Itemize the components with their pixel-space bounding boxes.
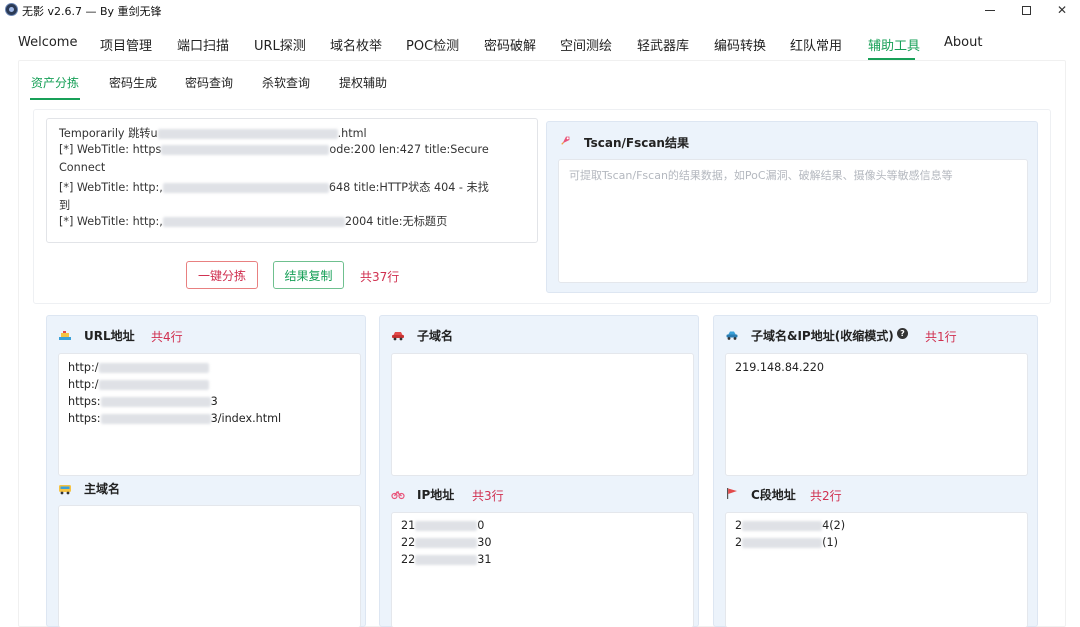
main-tab-bar: Welcome 项目管理 端口扫描 URL探测 域名枚举 POC检测 密码破解 … <box>0 28 1080 60</box>
sub-tab-indicator <box>30 98 80 100</box>
url-entry: http:/ <box>68 361 209 374</box>
ip-entry: 21 0 <box>401 519 485 532</box>
url-textarea[interactable]: http:/ http:/ https: 3 https: 3/index.html <box>58 353 361 476</box>
subdomain-title: 子域名 <box>417 329 454 343</box>
redacted-text <box>98 363 209 373</box>
subtab-password-gen[interactable]: 密码生成 <box>109 74 157 91</box>
redacted-text <box>415 521 478 531</box>
subtab-asset-sort[interactable]: 资产分拣 <box>31 74 79 91</box>
tab-red-team[interactable]: 红队常用 <box>790 35 842 54</box>
ip-textarea[interactable]: 21 0 22 30 22 31 <box>391 512 694 627</box>
tab-port-scan[interactable]: 端口扫描 <box>177 35 229 54</box>
tab-url-probe[interactable]: URL探测 <box>254 35 306 54</box>
redacted-text <box>157 129 338 139</box>
subtab-password-query[interactable]: 密码查询 <box>185 74 233 91</box>
log-line: [*] WebTitle: https ode:200 len:427 title… <box>59 143 489 156</box>
redacted-text <box>742 521 823 531</box>
line-count-badge: 共37行 <box>360 270 400 284</box>
log-line: 到 <box>59 199 71 212</box>
subdomain-ip-title: 子域名&IP地址(收缩模式) <box>751 329 894 343</box>
app-logo-icon <box>5 3 18 16</box>
url-entry: https: 3/index.html <box>68 412 282 425</box>
subdomain-textarea[interactable] <box>391 353 694 476</box>
log-line: Connect <box>59 161 106 174</box>
c-segment-entry: 2 (1) <box>735 536 838 549</box>
subdomain-ip-c-panel: 子域名&IP地址(收缩模式) ? 共1行 219.148.84.220 C段地址… <box>713 315 1038 627</box>
ip-count-badge: 共3行 <box>472 489 504 503</box>
ip-entry: 22 30 <box>401 536 492 549</box>
ship-icon <box>59 331 71 340</box>
redacted-text <box>742 538 823 548</box>
tab-project-management[interactable]: 项目管理 <box>100 35 152 54</box>
log-line: Temporarily 跳转u .html <box>59 127 367 140</box>
help-icon[interactable]: ? <box>897 328 908 339</box>
url-entry: http:/ <box>68 378 209 391</box>
log-line: [*] WebTitle: http:, 2004 title:无标题页 <box>59 215 448 228</box>
car-icon <box>392 332 404 341</box>
minimize-button[interactable] <box>972 0 1008 20</box>
tab-encoding[interactable]: 编码转换 <box>714 35 766 54</box>
url-entry: https: 3 <box>68 395 218 408</box>
tscan-result-panel: Tscan/Fscan结果 可提取Tscan/Fscan的结果数据，如PoC漏洞… <box>546 121 1038 293</box>
log-line: [*] WebTitle: http:, 648 title:HTTP状态 404… <box>59 181 489 194</box>
scan-log-textarea[interactable]: Temporarily 跳转u .html [*] WebTitle: https… <box>46 118 538 243</box>
tab-welcome[interactable]: Welcome <box>18 35 77 50</box>
tscan-title: Tscan/Fscan结果 <box>584 136 689 150</box>
redacted-text <box>162 183 329 193</box>
copy-result-button[interactable]: 结果复制 <box>273 261 344 289</box>
c-segment-count-badge: 共2行 <box>810 489 842 503</box>
tab-poc-check[interactable]: POC检测 <box>406 35 459 54</box>
url-count-badge: 共4行 <box>151 330 183 344</box>
ip-panel-title: IP地址 <box>417 488 455 502</box>
redacted-text <box>100 414 211 424</box>
redacted-text <box>415 555 478 565</box>
maximize-button[interactable] <box>1008 0 1044 20</box>
c-segment-textarea[interactable]: 2 4(2) 2 (1) <box>725 512 1028 627</box>
redacted-text <box>161 145 330 155</box>
close-button[interactable]: ✕ <box>1044 0 1080 20</box>
redacted-text <box>100 397 211 407</box>
tscan-result-textarea[interactable]: 可提取Tscan/Fscan的结果数据，如PoC漏洞、破解结果、摄像头等敏感信息… <box>558 159 1028 283</box>
redacted-text <box>415 538 478 548</box>
ip-entry: 22 31 <box>401 553 492 566</box>
subdomain-ip-count-badge: 共1行 <box>925 330 957 344</box>
maximize-icon <box>1021 5 1031 15</box>
tab-space-mapping[interactable]: 空间测绘 <box>560 35 612 54</box>
sort-button[interactable]: 一键分拣 <box>186 261 258 289</box>
tab-domain-enum[interactable]: 域名枚举 <box>330 35 382 54</box>
tscan-placeholder: 可提取Tscan/Fscan的结果数据，如PoC漏洞、破解结果、摄像头等敏感信息… <box>569 169 953 182</box>
subdomain-ip-textarea[interactable]: 219.148.84.220 <box>725 353 1028 476</box>
redacted-text <box>98 380 209 390</box>
window-title: 无影 v2.6.7 — By 重剑无锋 <box>22 5 162 18</box>
main-domain-title: 主域名 <box>84 482 121 496</box>
tab-about[interactable]: About <box>944 35 982 50</box>
subtab-privilege-escalation[interactable]: 提权辅助 <box>339 74 387 91</box>
url-domain-panel: URL地址 共4行 http:/ http:/ https: 3 https: 3/… <box>46 315 366 627</box>
subdomain-ip-list-panel: 子域名 IP地址 共3行 21 0 22 30 22 31 <box>379 315 699 627</box>
minimize-icon <box>985 9 995 11</box>
rocket-icon <box>561 136 570 145</box>
tab-password-crack[interactable]: 密码破解 <box>484 35 536 54</box>
sub-tab-bar: 资产分拣 密码生成 密码查询 杀软查询 提权辅助 <box>0 60 1080 102</box>
redacted-text <box>162 217 345 227</box>
main-domain-textarea[interactable] <box>58 505 361 627</box>
c-segment-title: C段地址 <box>751 488 796 502</box>
c-segment-entry: 2 4(2) <box>735 519 846 532</box>
tab-helper-tools[interactable]: 辅助工具 <box>868 35 920 54</box>
title-bar: 无影 v2.6.7 — By 重剑无锋 ✕ <box>0 0 1080 20</box>
cloud-car-icon <box>726 331 738 340</box>
subdomain-ip-entry: 219.148.84.220 <box>735 361 824 374</box>
bicycle-icon <box>391 491 405 500</box>
url-panel-title: URL地址 <box>84 329 135 343</box>
flag-icon <box>727 488 737 499</box>
bus-icon <box>59 485 71 495</box>
tab-light-arsenal[interactable]: 轻武器库 <box>637 35 689 54</box>
subtab-antivirus-query[interactable]: 杀软查询 <box>262 74 310 91</box>
